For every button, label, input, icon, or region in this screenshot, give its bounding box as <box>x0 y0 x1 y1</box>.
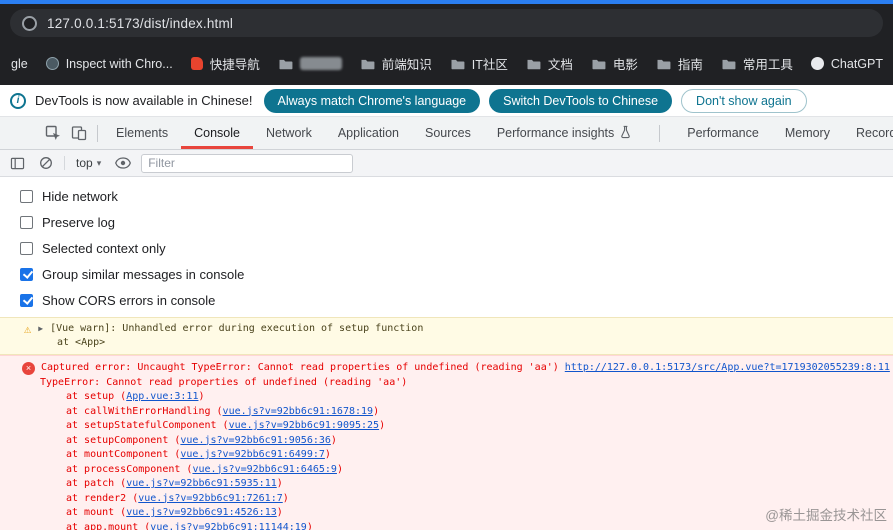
source-link[interactable]: http://127.0.0.1:5173/src/App.vue?t=1719… <box>565 361 890 376</box>
source-link[interactable]: App.vue:3:11 <box>126 391 198 402</box>
console-sidebar-icon[interactable] <box>6 153 28 173</box>
expand-arrow-icon[interactable]: ▶ <box>38 324 43 333</box>
stack-frame: at setupStatefulComponent (vue.js?v=92bb… <box>66 420 386 431</box>
extension-icon <box>45 57 59 70</box>
warning-text: [Vue warn]: Unhandled error during execu… <box>50 323 424 334</box>
dont-show-again-button[interactable]: Don't show again <box>681 88 807 113</box>
checkbox[interactable] <box>20 293 33 307</box>
bookmark-folder-it[interactable]: IT社区 <box>441 48 517 79</box>
checkbox[interactable] <box>20 189 33 203</box>
console-error-message: × Captured error: Uncaught TypeError: Ca… <box>0 355 893 530</box>
context-selector[interactable]: top ▾ <box>72 156 105 170</box>
tab-performance-insights[interactable]: Performance insights <box>484 117 645 149</box>
bookmark-folder-docs[interactable]: 文档 <box>517 48 582 79</box>
switch-devtools-chinese-button[interactable]: Switch DevTools to Chinese <box>489 88 673 113</box>
chevron-down-icon: ▾ <box>96 157 102 168</box>
chatgpt-icon <box>810 57 824 70</box>
setting-preserve-log[interactable]: Preserve log <box>20 209 893 235</box>
stack-frame: at render2 (vue.js?v=92bb6c91:7261:7) <box>66 492 289 504</box>
folder-icon <box>721 58 736 70</box>
error-icon: × <box>22 362 35 375</box>
tab-performance[interactable]: Performance <box>674 117 772 149</box>
tab-recorder[interactable]: Recorder <box>843 117 893 149</box>
setting-selected-context-only[interactable]: Selected context only <box>20 235 893 261</box>
folder-icon <box>360 58 375 70</box>
bookmark-item-inspect[interactable]: Inspect with Chro... <box>37 51 182 77</box>
warning-text-at: at <App> <box>57 337 106 348</box>
checkbox[interactable] <box>20 241 33 255</box>
flask-icon <box>619 125 632 142</box>
url-text[interactable]: 127.0.0.1:5173/dist/index.html <box>47 16 233 31</box>
folder-icon <box>591 58 606 70</box>
bookmarks-bar: gle Inspect with Chro... 快捷导航 前端知识 IT社区 … <box>0 42 893 85</box>
setting-group-similar[interactable]: Group similar messages in console <box>20 261 893 287</box>
stack-frame: at setupComponent (vue.js?v=92bb6c91:905… <box>66 434 337 446</box>
bookmark-folder-frontend[interactable]: 前端知识 <box>351 48 441 79</box>
always-match-language-button[interactable]: Always match Chrome's language <box>263 88 481 113</box>
checkbox[interactable] <box>20 267 33 281</box>
bookmark-item-quick-nav[interactable]: 快捷导航 <box>182 48 269 79</box>
eye-icon[interactable] <box>112 153 134 173</box>
source-link[interactable]: vue.js?v=92bb6c91:9056:36 <box>180 435 331 446</box>
checkbox[interactable] <box>20 215 33 229</box>
folder-icon <box>656 58 671 70</box>
site-info-icon[interactable] <box>22 15 37 31</box>
devtools-language-notice: i DevTools is now available in Chinese! … <box>0 85 893 117</box>
tab-application[interactable]: Application <box>325 117 412 149</box>
stack-frame: at processComponent (vue.js?v=92bb6c91:6… <box>66 463 343 475</box>
bookmark-item-gle[interactable]: gle <box>2 51 37 77</box>
source-link[interactable]: vue.js?v=92bb6c91:1678:19 <box>223 406 374 417</box>
inspect-element-icon[interactable] <box>40 121 66 145</box>
device-toolbar-icon[interactable] <box>66 121 92 145</box>
blurred-label <box>299 57 342 70</box>
tab-network[interactable]: Network <box>253 117 325 149</box>
console-warning-message: ⚠ ▶ [Vue warn]: Unhandled error during e… <box>0 317 893 355</box>
console-settings: Hide network Preserve log Selected conte… <box>0 177 893 317</box>
tab-memory[interactable]: Memory <box>772 117 843 149</box>
source-link[interactable]: vue.js?v=92bb6c91:4526:13 <box>126 507 277 518</box>
omnibox[interactable]: 127.0.0.1:5173/dist/index.html <box>10 9 883 37</box>
info-icon: i <box>10 92 26 109</box>
stack-frame: at patch (vue.js?v=92bb6c91:5935:11) <box>66 478 283 489</box>
setting-show-cors-errors[interactable]: Show CORS errors in console <box>20 287 893 313</box>
error-type-line: TypeError: Cannot read properties of und… <box>40 376 408 388</box>
folder-icon <box>278 58 293 70</box>
source-link[interactable]: vue.js?v=92bb6c91:9095:25 <box>229 420 380 431</box>
stack-frame: at setup (App.vue:3:11) <box>66 391 205 402</box>
source-link[interactable]: vue.js?v=92bb6c91:7261:7 <box>138 493 283 504</box>
bookmark-folder-guide[interactable]: 指南 <box>647 48 712 79</box>
filter-input[interactable] <box>141 153 354 173</box>
notice-message: DevTools is now available in Chinese! <box>35 93 253 108</box>
error-text: Captured error: Uncaught TypeError: Cann… <box>41 362 559 373</box>
stack-frame: at mountComponent (vue.js?v=92bb6c91:649… <box>66 449 331 460</box>
source-link[interactable]: vue.js?v=92bb6c91:11144:19 <box>150 522 307 530</box>
tab-elements[interactable]: Elements <box>103 117 181 149</box>
bookmark-folder-blurred[interactable] <box>269 51 351 76</box>
divider <box>97 124 98 142</box>
clear-console-icon[interactable] <box>35 153 57 173</box>
stack-frame: at mount (vue.js?v=92bb6c91:4526:13) <box>66 507 283 518</box>
source-link[interactable]: vue.js?v=92bb6c91:5935:11 <box>126 478 277 489</box>
bookmark-folder-movies[interactable]: 电影 <box>582 48 647 79</box>
tab-console[interactable]: Console <box>181 117 253 149</box>
source-link[interactable]: vue.js?v=92bb6c91:6465:9 <box>192 464 337 475</box>
folder-icon <box>526 58 541 70</box>
warning-icon: ⚠ <box>24 321 32 336</box>
source-link[interactable]: vue.js?v=92bb6c91:6499:7 <box>180 449 325 460</box>
divider <box>659 124 661 142</box>
console-toolbar: top ▾ <box>0 150 893 177</box>
divider <box>64 156 65 170</box>
folder-icon <box>450 58 465 70</box>
stack-frame: at callWithErrorHandling (vue.js?v=92bb6… <box>66 405 380 417</box>
devtools-tab-bar: Elements Console Network Application Sou… <box>0 117 893 150</box>
address-bar: 127.0.0.1:5173/dist/index.html <box>0 4 893 42</box>
bookmark-folder-tools[interactable]: 常用工具 <box>712 48 802 79</box>
tab-sources[interactable]: Sources <box>412 117 484 149</box>
flame-icon <box>190 57 203 70</box>
bookmark-item-chatgpt[interactable]: ChatGPT <box>802 51 892 77</box>
watermark: @稀土掘金技术社区 <box>765 508 887 523</box>
stack-frame: at app.mount (vue.js?v=92bb6c91:11144:19… <box>0 521 893 530</box>
setting-hide-network[interactable]: Hide network <box>20 183 893 209</box>
